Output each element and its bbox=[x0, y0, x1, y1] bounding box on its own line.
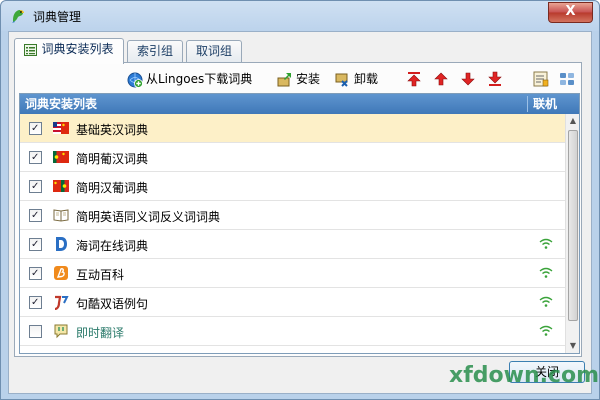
list-item[interactable]: ✓ 简明汉葡词典 bbox=[20, 172, 565, 201]
list-icon bbox=[24, 43, 38, 56]
view-options-icon[interactable] bbox=[558, 70, 576, 88]
parrot-app-icon bbox=[12, 10, 24, 23]
enable-checkbox[interactable]: ✓ bbox=[29, 209, 42, 222]
enable-checkbox[interactable]: ✓ bbox=[29, 151, 42, 164]
tab-label: 取词组 bbox=[195, 44, 232, 58]
enable-checkbox[interactable]: ✓ bbox=[29, 122, 42, 135]
vertical-scrollbar[interactable]: ▲ ▼ bbox=[565, 114, 579, 353]
flag-us-cn-icon bbox=[53, 122, 69, 134]
download-dictionaries-button[interactable]: 从Lingoes下载词典 bbox=[127, 70, 252, 88]
move-top-icon[interactable] bbox=[405, 70, 423, 88]
dictionary-name: 海词在线词典 bbox=[76, 239, 149, 253]
scroll-up-arrow-icon[interactable]: ▲ bbox=[566, 114, 579, 128]
online-signal-icon bbox=[539, 267, 553, 278]
scroll-down-arrow-icon[interactable]: ▼ bbox=[566, 339, 579, 353]
install-list-panel: 从Lingoes下载词典 安装 卸载 词典安装列表 联机 ✓ 基础英汉词典 ✓ … bbox=[14, 62, 582, 357]
column-separator bbox=[527, 96, 528, 112]
jukuu-icon bbox=[54, 295, 69, 310]
window-close-button[interactable]: X bbox=[548, 2, 593, 23]
window-title: 词典管理 bbox=[33, 10, 82, 24]
dictionary-name: 简明汉葡词典 bbox=[76, 181, 149, 195]
download-label: 从Lingoes下载词典 bbox=[146, 72, 253, 86]
enable-checkbox[interactable] bbox=[29, 325, 42, 338]
move-down-icon[interactable] bbox=[459, 70, 477, 88]
dictionary-name: 简明葡汉词典 bbox=[76, 152, 149, 166]
column-header-name[interactable]: 词典安装列表 bbox=[25, 94, 97, 114]
dialog-client-area: 词典安装列表 索引组 取词组 从Lingoes下载词典 安装 卸载 词典安装列表… bbox=[8, 31, 592, 394]
baike-icon bbox=[54, 266, 68, 280]
dict-d-icon bbox=[56, 237, 67, 251]
column-header-online[interactable]: 联机 bbox=[533, 94, 557, 114]
flag-pt-cn-icon bbox=[53, 151, 69, 163]
list-rows: ✓ 基础英汉词典 ✓ 简明葡汉词典 ✓ 简明汉葡词典 ✓ 简明英语同义词反义词词… bbox=[20, 114, 565, 346]
dictionary-name: 即时翻译 bbox=[76, 326, 125, 340]
dictionary-name: 互动百科 bbox=[76, 268, 125, 282]
dictionary-name: 简明英语同义词反义词词典 bbox=[76, 210, 221, 224]
properties-icon[interactable] bbox=[532, 70, 550, 88]
tab-capture-group[interactable]: 取词组 bbox=[186, 40, 242, 62]
list-item[interactable]: ✓ 基础英汉词典 bbox=[20, 114, 565, 143]
dictionary-list: 词典安装列表 联机 ✓ 基础英汉词典 ✓ 简明葡汉词典 ✓ 简明汉葡词典 ✓ 简… bbox=[19, 93, 580, 354]
install-icon bbox=[277, 72, 291, 86]
watermark-text: xfdown.com bbox=[449, 363, 600, 388]
list-item[interactable]: 即时翻译 bbox=[20, 317, 565, 346]
flag-cn-pt-icon bbox=[53, 180, 69, 192]
download-add-icon bbox=[127, 72, 143, 88]
dictionary-manager-window: 词典管理 X 词典安装列表 索引组 取词组 从Lingoes下载词典 安装 卸载… bbox=[0, 0, 600, 400]
uninstall-button[interactable]: 卸载 bbox=[335, 70, 378, 88]
translate-icon bbox=[54, 324, 68, 339]
uninstall-label: 卸载 bbox=[354, 72, 379, 86]
scrollbar-thumb[interactable] bbox=[568, 130, 578, 321]
tab-index-group[interactable]: 索引组 bbox=[127, 40, 183, 62]
dictionary-name: 句酷双语例句 bbox=[76, 297, 149, 311]
enable-checkbox[interactable]: ✓ bbox=[29, 267, 42, 280]
enable-checkbox[interactable]: ✓ bbox=[29, 296, 42, 309]
online-signal-icon bbox=[539, 325, 553, 336]
online-signal-icon bbox=[539, 238, 553, 249]
uninstall-icon bbox=[335, 73, 348, 87]
list-header: 词典安装列表 联机 bbox=[20, 94, 579, 114]
tab-install-list[interactable]: 词典安装列表 bbox=[14, 38, 124, 64]
tab-label: 词典安装列表 bbox=[41, 42, 114, 56]
toolbar: 从Lingoes下载词典 安装 卸载 bbox=[15, 63, 581, 93]
move-bottom-icon[interactable] bbox=[486, 70, 504, 88]
enable-checkbox[interactable]: ✓ bbox=[29, 180, 42, 193]
move-up-icon[interactable] bbox=[432, 70, 450, 88]
install-label: 安装 bbox=[296, 72, 321, 86]
list-item[interactable]: ✓ 句酷双语例句 bbox=[20, 288, 565, 317]
online-signal-icon bbox=[539, 296, 553, 307]
enable-checkbox[interactable]: ✓ bbox=[29, 238, 42, 251]
install-button[interactable]: 安装 bbox=[277, 70, 320, 88]
book-icon bbox=[53, 209, 69, 222]
list-item[interactable]: ✓ 简明葡汉词典 bbox=[20, 143, 565, 172]
list-item[interactable]: ✓ 简明英语同义词反义词词典 bbox=[20, 201, 565, 230]
tab-label: 索引组 bbox=[136, 44, 173, 58]
dictionary-name: 基础英汉词典 bbox=[76, 123, 149, 137]
title-bar[interactable]: 词典管理 X bbox=[1, 1, 599, 31]
list-item[interactable]: ✓ 海词在线词典 bbox=[20, 230, 565, 259]
list-item[interactable]: ✓ 互动百科 bbox=[20, 259, 565, 288]
